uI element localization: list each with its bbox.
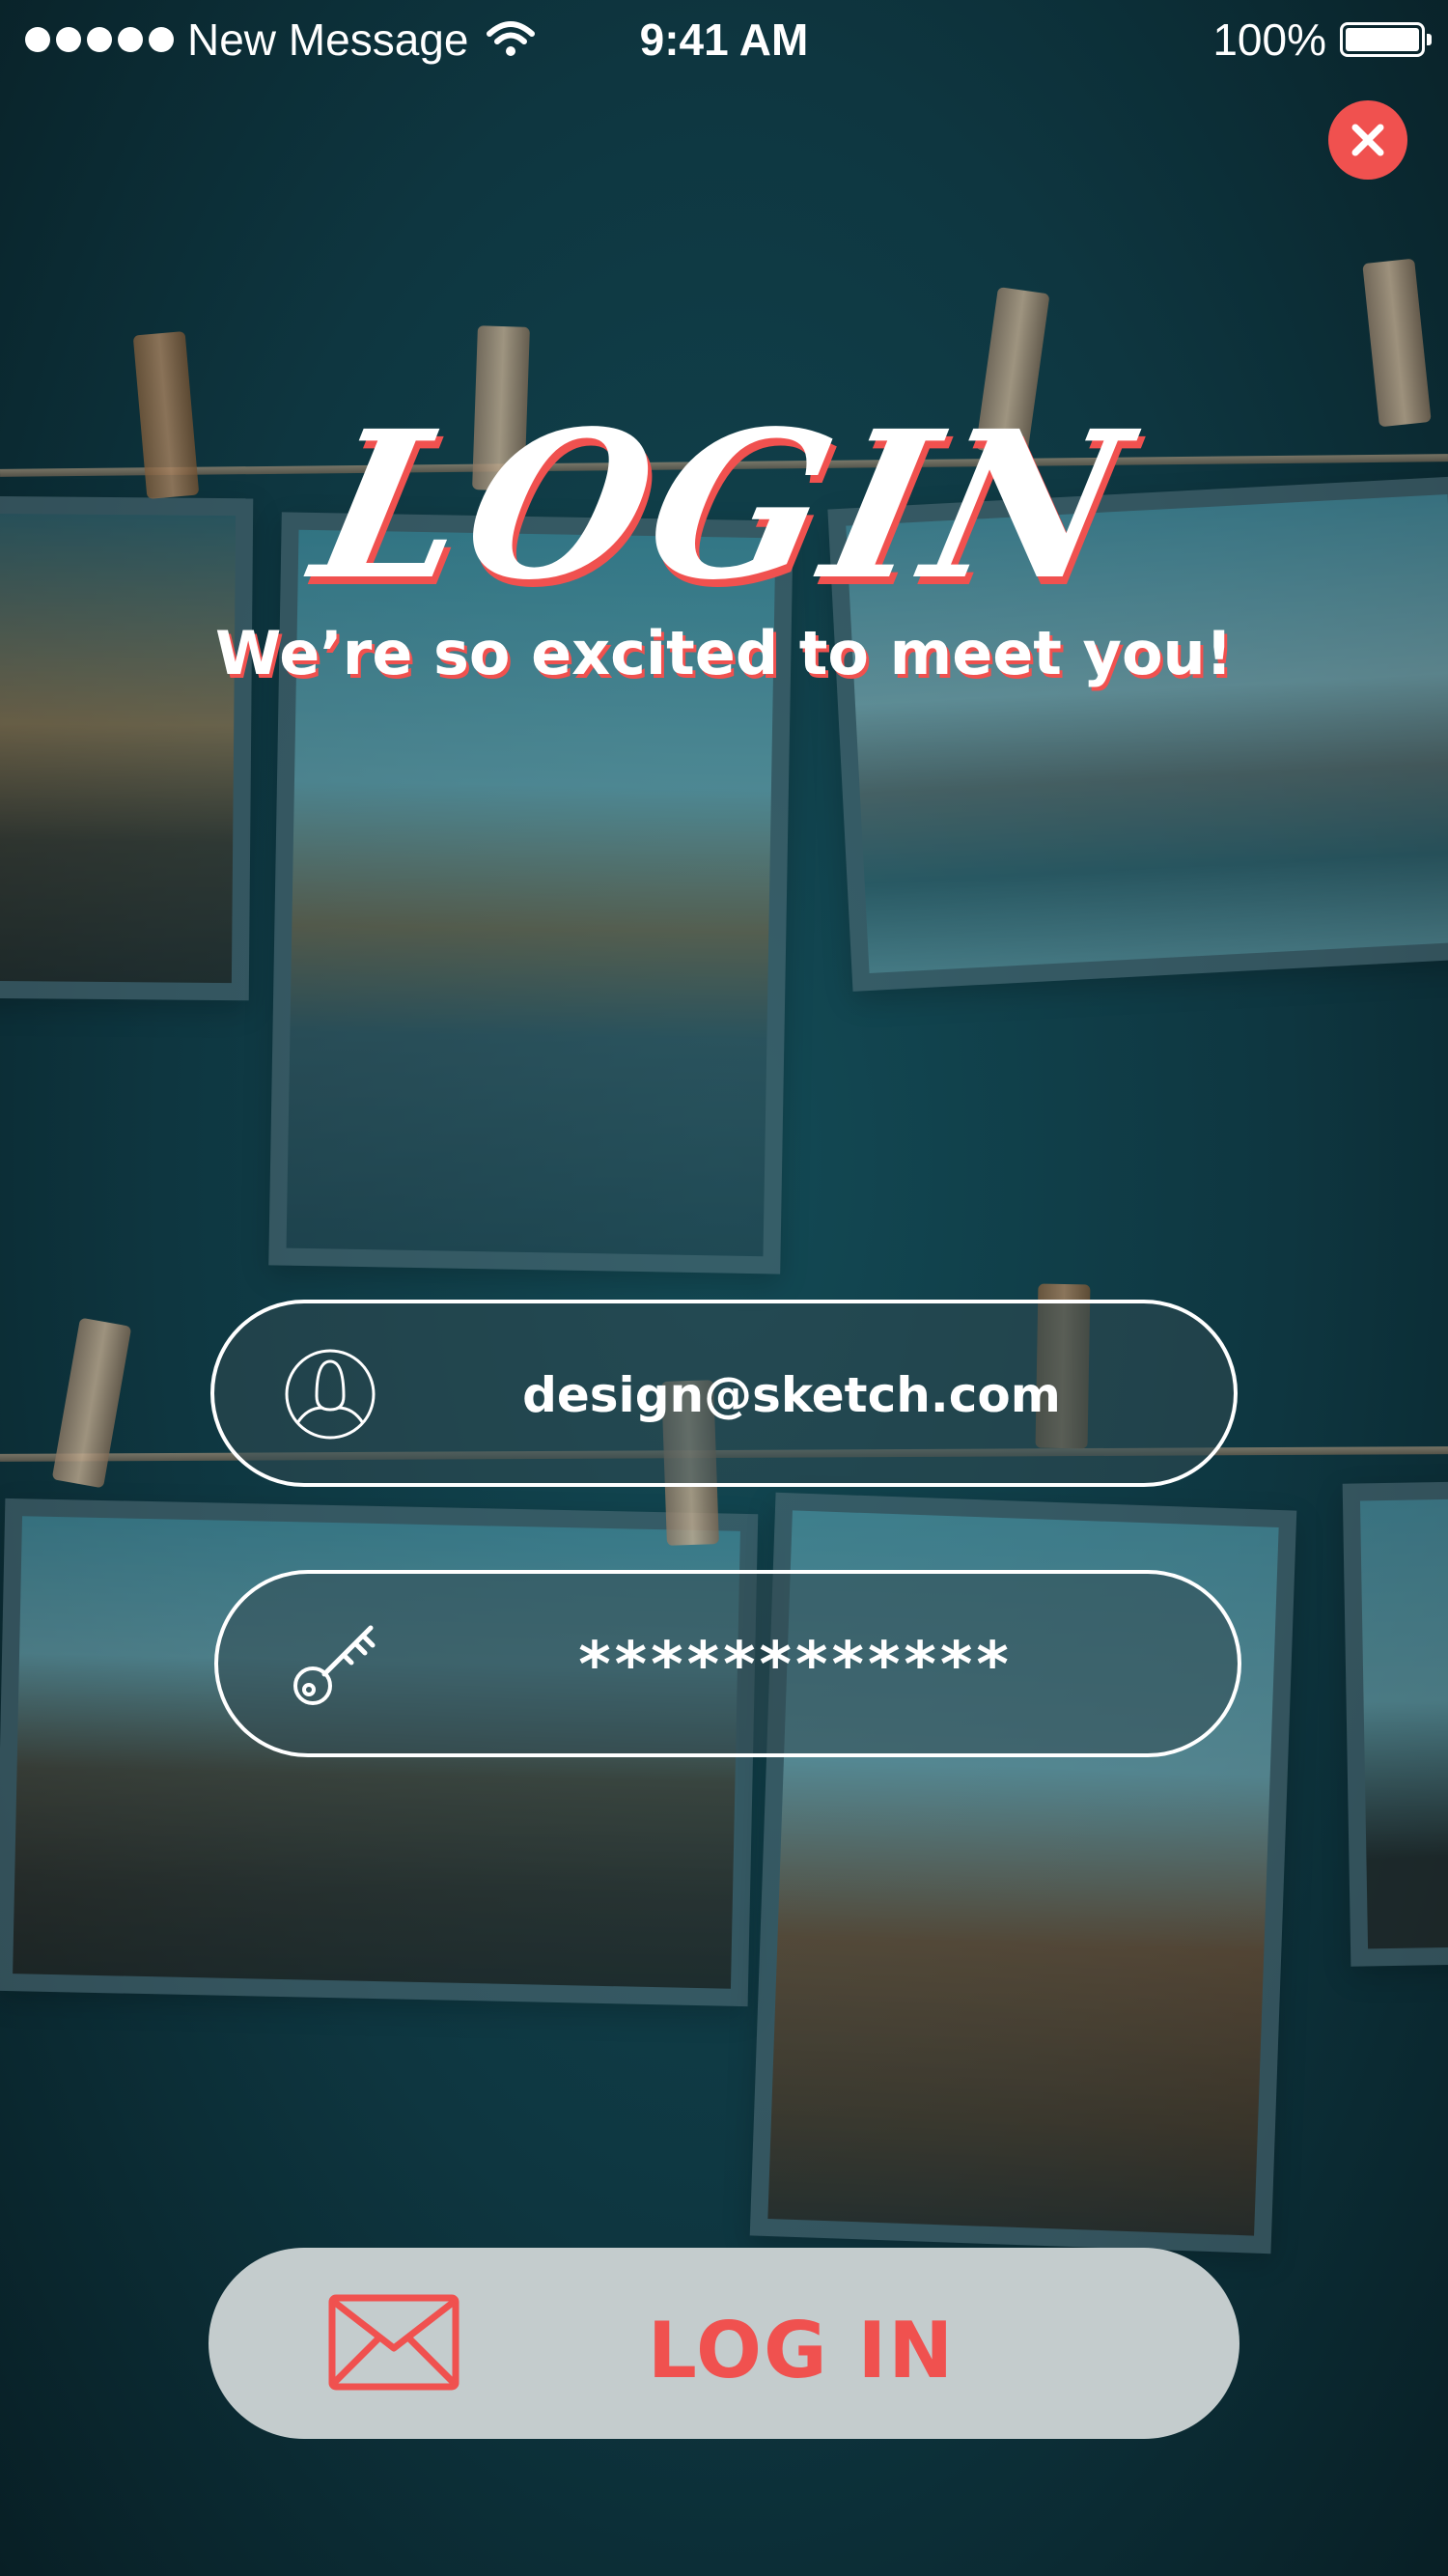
battery-icon [1340, 22, 1432, 57]
close-button[interactable] [1328, 100, 1407, 180]
email-field[interactable] [210, 1300, 1238, 1487]
status-bar: New Message 9:41 AM 100% [0, 0, 1448, 77]
user-icon [285, 1349, 376, 1440]
page-subtitle: We’re so excited to meet you! [215, 618, 1233, 688]
key-icon [293, 1625, 376, 1705]
login-button-label: LOG IN [647, 2306, 956, 2395]
email-input[interactable] [407, 1342, 1176, 1448]
close-icon [1351, 124, 1384, 156]
login-screen: New Message 9:41 AM 100% LOGIN We’re so … [0, 0, 1448, 2576]
status-right: 100% [1212, 14, 1432, 66]
password-field[interactable] [214, 1570, 1241, 1757]
battery-percent: 100% [1212, 14, 1326, 65]
background-photo [1342, 1480, 1448, 1967]
login-button[interactable]: LOG IN [209, 2248, 1239, 2439]
mail-icon [328, 2294, 459, 2391]
page-title: LOGIN [297, 386, 1151, 625]
clothespin [51, 1317, 132, 1489]
password-input[interactable] [411, 1612, 1180, 1719]
